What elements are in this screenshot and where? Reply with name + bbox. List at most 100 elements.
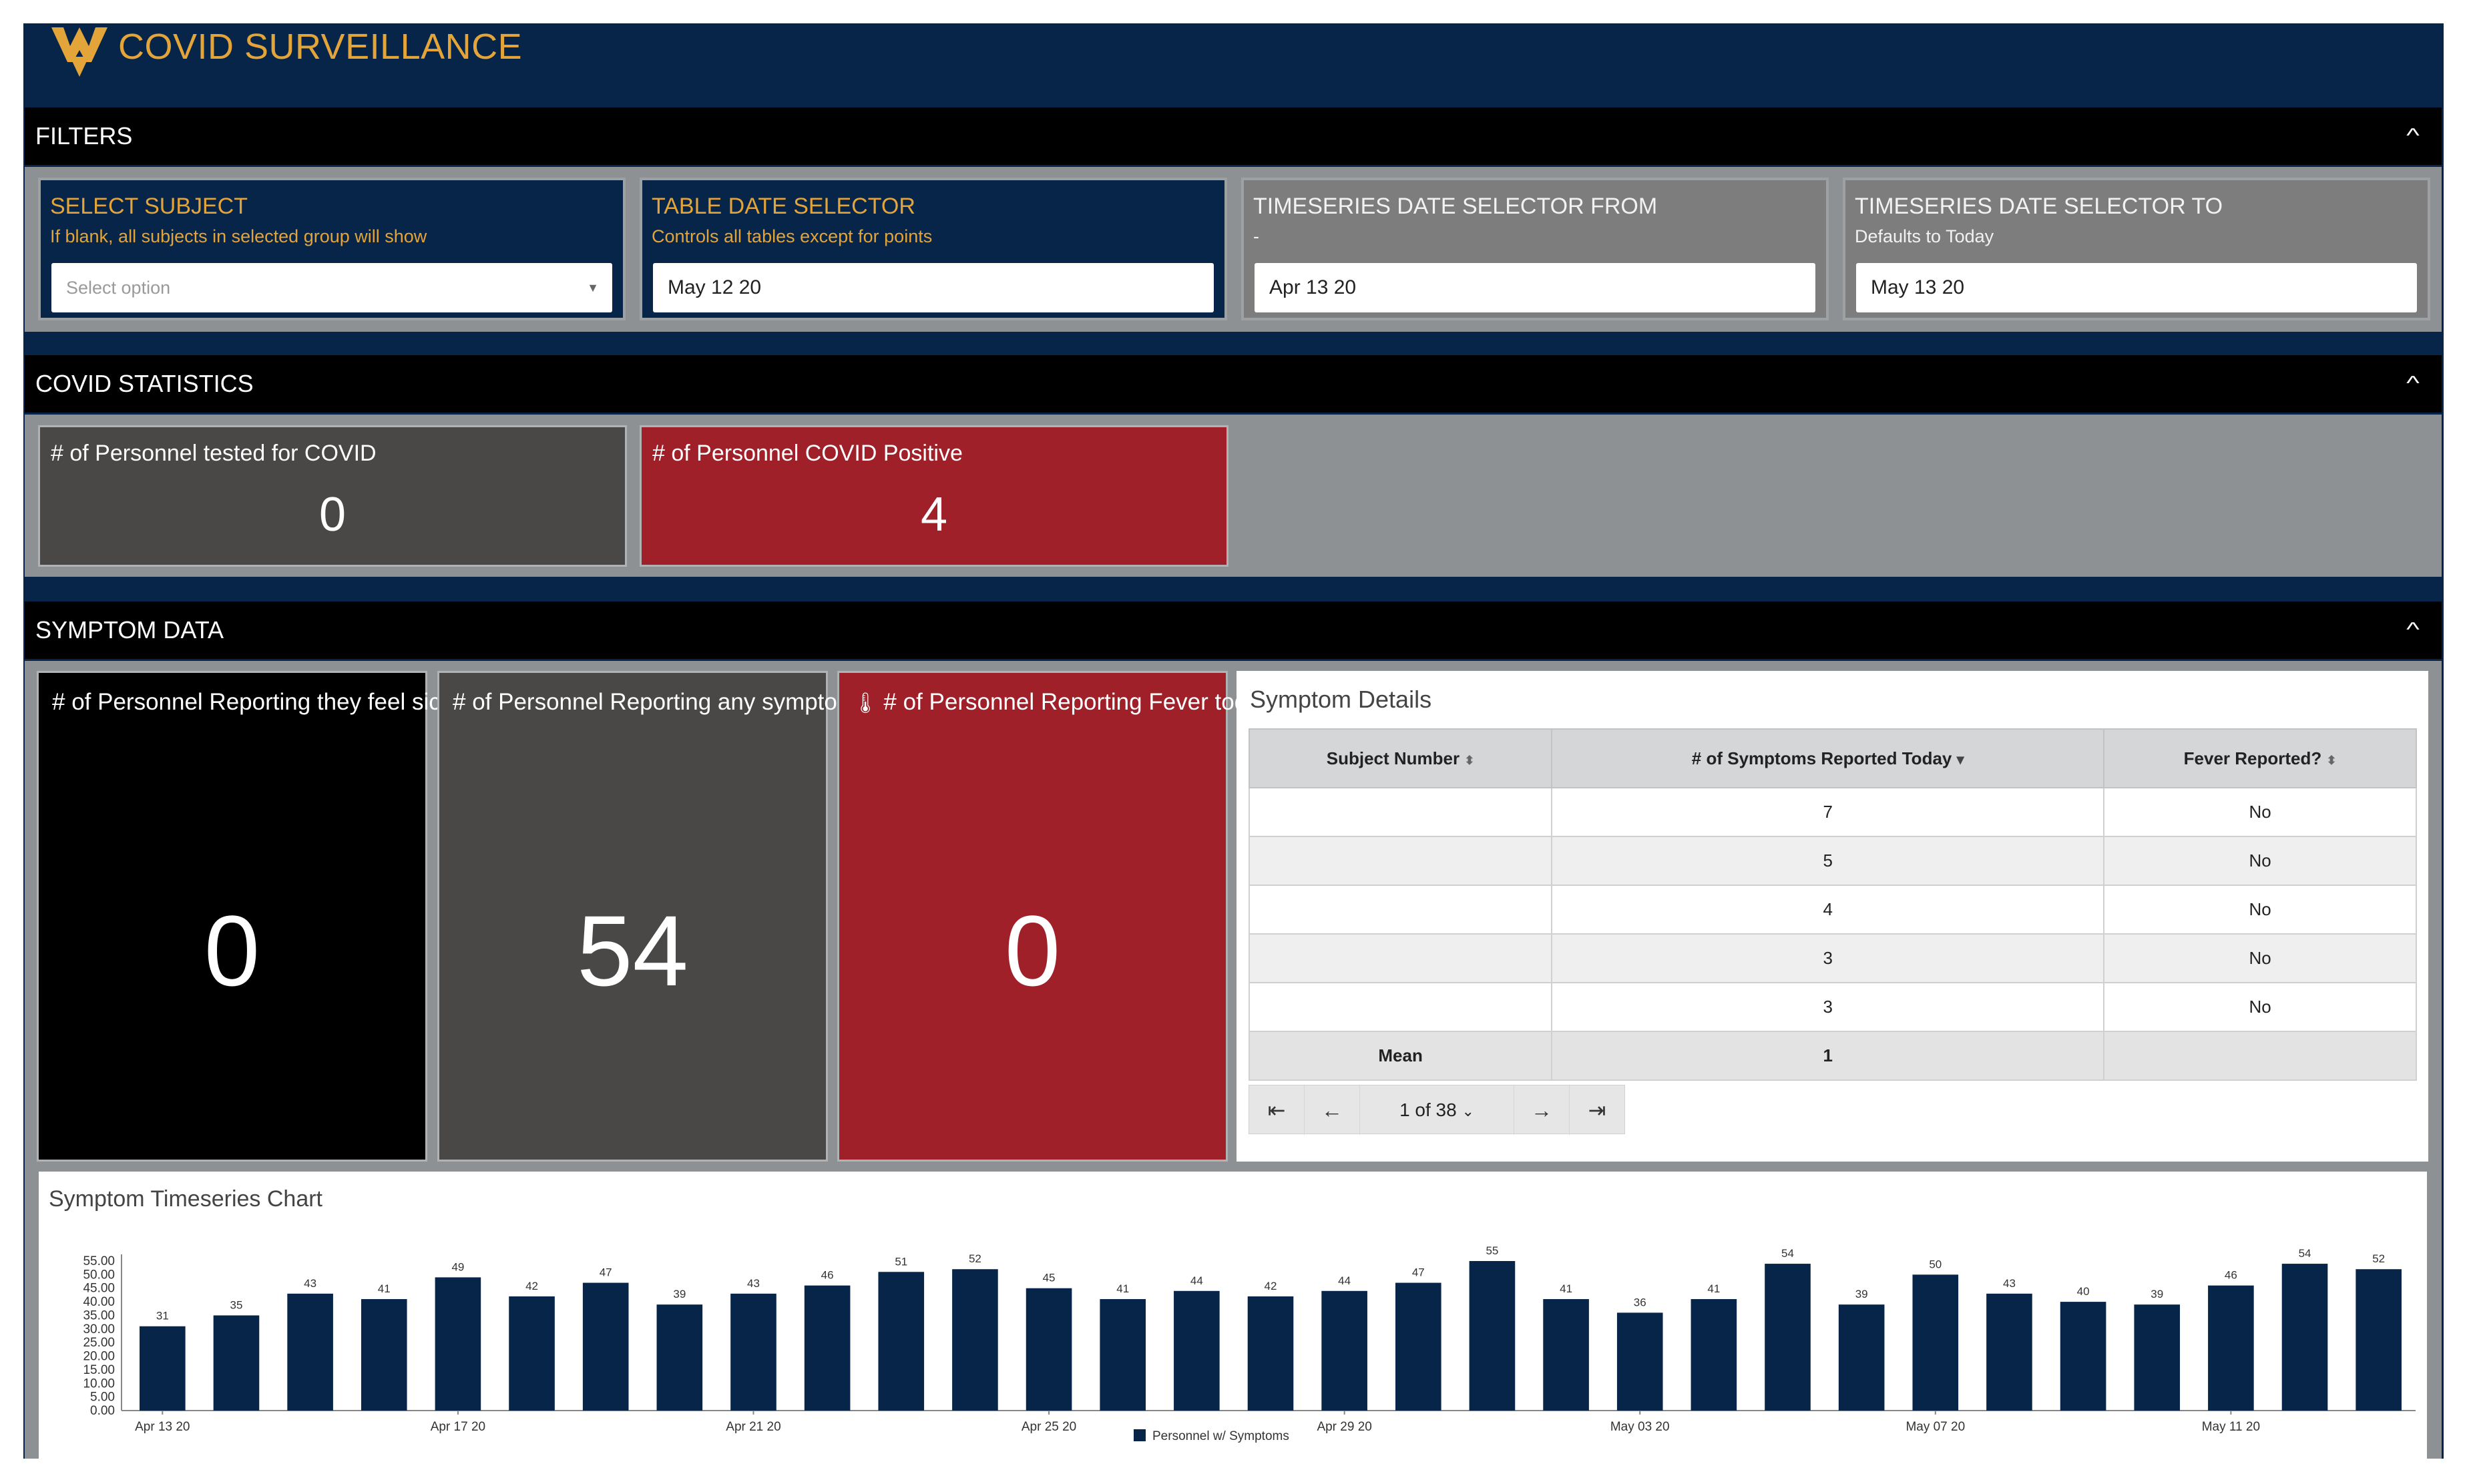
- app-title: COVID SURVEILLANCE: [118, 27, 523, 67]
- chart-bar: [1912, 1274, 1959, 1411]
- fever-stat-card: 🌡 # of Personnel Reporting Fever today 0: [837, 671, 1272, 1162]
- last-page-icon[interactable]: ⇥: [1570, 1085, 1624, 1135]
- bar-data-label: 46: [2225, 1269, 2237, 1282]
- subject-filter-help: If blank, all subjects in selected group…: [50, 226, 427, 246]
- first-page-icon[interactable]: ⇤: [1249, 1085, 1305, 1135]
- chart-bar: [2356, 1269, 2402, 1411]
- chart-bar: [2208, 1285, 2254, 1411]
- bar-data-label: 55: [1486, 1244, 1498, 1257]
- pagination: ⇤ ← 1 of 38 ⌄ → ⇥: [1249, 1085, 1625, 1135]
- sort-icon[interactable]: ⬍: [1464, 754, 1474, 767]
- chart-bar: [1765, 1264, 1811, 1411]
- timeseries-to-input[interactable]: May 13 20: [1856, 263, 2417, 312]
- collapse-chevron-icon[interactable]: ^: [2406, 355, 2420, 413]
- page-select[interactable]: 1 of 38 ⌄: [1360, 1085, 1514, 1135]
- chart-bar: [1616, 1312, 1663, 1411]
- any-symptoms-stat-label: # of Personnel Reporting any symptoms to…: [453, 689, 932, 715]
- next-page-icon[interactable]: →: [1514, 1085, 1570, 1135]
- chart-bar: [287, 1293, 333, 1411]
- previous-page-icon[interactable]: ←: [1305, 1085, 1360, 1135]
- chevron-down-icon[interactable]: ⌄: [1462, 1103, 1474, 1120]
- cell-symptoms: 3: [1551, 982, 2105, 1032]
- chart-bar: [582, 1282, 629, 1411]
- chart-bar: [213, 1315, 260, 1411]
- subject-select[interactable]: Select option ▼: [51, 263, 612, 312]
- column-header-symptoms[interactable]: # of Symptoms Reported Today ▾: [1551, 728, 2105, 788]
- timeseries-from-input[interactable]: Apr 13 20: [1255, 263, 1815, 312]
- table-date-input[interactable]: May 12 20: [653, 263, 1214, 312]
- sick-stat-value: 0: [204, 895, 260, 1007]
- sick-stat-card: # of Personnel Reporting they feel sick …: [37, 671, 516, 1162]
- y-tick-label: 50.00: [83, 1268, 115, 1282]
- sort-desc-icon[interactable]: ▾: [1957, 751, 1964, 768]
- cell-symptoms: 4: [1551, 885, 2105, 935]
- table-mean-row: Mean 1: [1248, 1031, 2417, 1081]
- filters-panel: SELECT SUBJECT If blank, all subjects in…: [25, 167, 2442, 332]
- collapse-chevron-icon[interactable]: ^: [2406, 601, 2420, 659]
- chart-bar: [1986, 1293, 2032, 1411]
- symptom-details-card: Symptom Details Subject Number ⬍ # of Sy…: [1237, 671, 2428, 1162]
- mean-fever: [2103, 1031, 2417, 1081]
- symptom-timeseries-card: Symptom Timeseries Chart 55.00 50.00 45.00…: [39, 1172, 2427, 1459]
- cell-subject: [1248, 836, 1553, 886]
- bar-data-label: 39: [673, 1288, 686, 1300]
- cell-fever: No: [2103, 933, 2417, 983]
- x-tick-label: Apr 17 20: [431, 1420, 485, 1434]
- page-indicator: 1 of 38: [1399, 1099, 1457, 1120]
- bar-data-label: 44: [1338, 1274, 1351, 1287]
- timeseries-from-help: -: [1253, 226, 1259, 246]
- any-symptoms-stat-value: 54: [577, 895, 688, 1007]
- covid-statistics-panel: # of Personnel tested for COVID 0 # of P…: [25, 415, 2442, 577]
- bar-data-label: 50: [1929, 1258, 1942, 1270]
- cell-fever: No: [2103, 787, 2417, 837]
- cell-symptoms: 3: [1551, 933, 2105, 983]
- column-header-fever[interactable]: Fever Reported? ⬍: [2103, 728, 2417, 788]
- bar-data-label: 43: [747, 1277, 760, 1290]
- table-row: 7 No: [1248, 787, 2417, 837]
- bar-data-label: 36: [1634, 1296, 1646, 1308]
- y-tick-label: 25.00: [83, 1336, 115, 1350]
- table-row: 3 No: [1248, 933, 2417, 983]
- sort-icon[interactable]: ⬍: [2326, 754, 2336, 767]
- timeseries-to-filter: TIMESERIES DATE SELECTOR TO Defaults to …: [1843, 178, 2430, 320]
- chart-bar: [730, 1293, 776, 1411]
- column-header-subject[interactable]: Subject Number ⬍: [1248, 728, 1553, 788]
- chart-bar: [1247, 1296, 1294, 1411]
- y-tick-label: 40.00: [83, 1295, 115, 1309]
- tested-stat-value: 0: [318, 488, 347, 541]
- x-tick-label: May 03 20: [1610, 1420, 1670, 1434]
- chart-bar: [1395, 1282, 1441, 1411]
- table-row: 4 No: [1248, 885, 2417, 935]
- bar-data-label: 31: [156, 1310, 169, 1322]
- collapse-chevron-icon[interactable]: ^: [2406, 107, 2420, 165]
- covid-statistics-section-header[interactable]: COVID STATISTICS ^: [25, 355, 2442, 413]
- y-tick-label: 15.00: [83, 1363, 115, 1377]
- chevron-down-icon[interactable]: ▼: [587, 263, 599, 312]
- bar-data-label: 47: [600, 1266, 612, 1279]
- chart-bar: [1321, 1290, 1367, 1411]
- bar-data-label: 42: [525, 1280, 538, 1292]
- timeseries-to-label: TIMESERIES DATE SELECTOR TO: [1855, 194, 2223, 219]
- chart-bar: [509, 1296, 555, 1411]
- fever-stat-header: 🌡 # of Personnel Reporting Fever today: [853, 685, 1272, 721]
- timeseries-to-help: Defaults to Today: [1855, 226, 1994, 246]
- x-tick-label: May 11 20: [2202, 1420, 2260, 1434]
- bar-data-label: 44: [1190, 1274, 1203, 1287]
- app-window: COVID SURVEILLANCE FILTERS ^ SELECT SUBJ…: [23, 23, 2444, 1459]
- symptom-data-title: SYMPTOM DATA: [35, 616, 224, 644]
- y-tick-label: 20.00: [83, 1350, 115, 1364]
- y-tick-label: 30.00: [83, 1322, 115, 1336]
- legend-label: Personnel w/ Symptoms: [1152, 1429, 1289, 1443]
- bar-data-label: 54: [2299, 1247, 2311, 1260]
- symptom-data-section-header[interactable]: SYMPTOM DATA ^: [25, 601, 2442, 659]
- fever-stat-label: # of Personnel Reporting Fever today: [883, 689, 1273, 715]
- y-tick-label: 10.00: [83, 1377, 115, 1391]
- bar-data-label: 49: [451, 1260, 464, 1273]
- table-date-filter: TABLE DATE SELECTOR Controls all tables …: [640, 178, 1227, 320]
- positive-stat-label: # of Personnel COVID Positive: [652, 441, 963, 466]
- y-tick-label: 45.00: [83, 1282, 115, 1296]
- filters-section-header[interactable]: FILTERS ^: [25, 107, 2442, 165]
- x-tick-label: Apr 29 20: [1317, 1420, 1371, 1434]
- bar-data-label: 43: [2003, 1277, 2016, 1290]
- table-row: 3 No: [1248, 982, 2417, 1032]
